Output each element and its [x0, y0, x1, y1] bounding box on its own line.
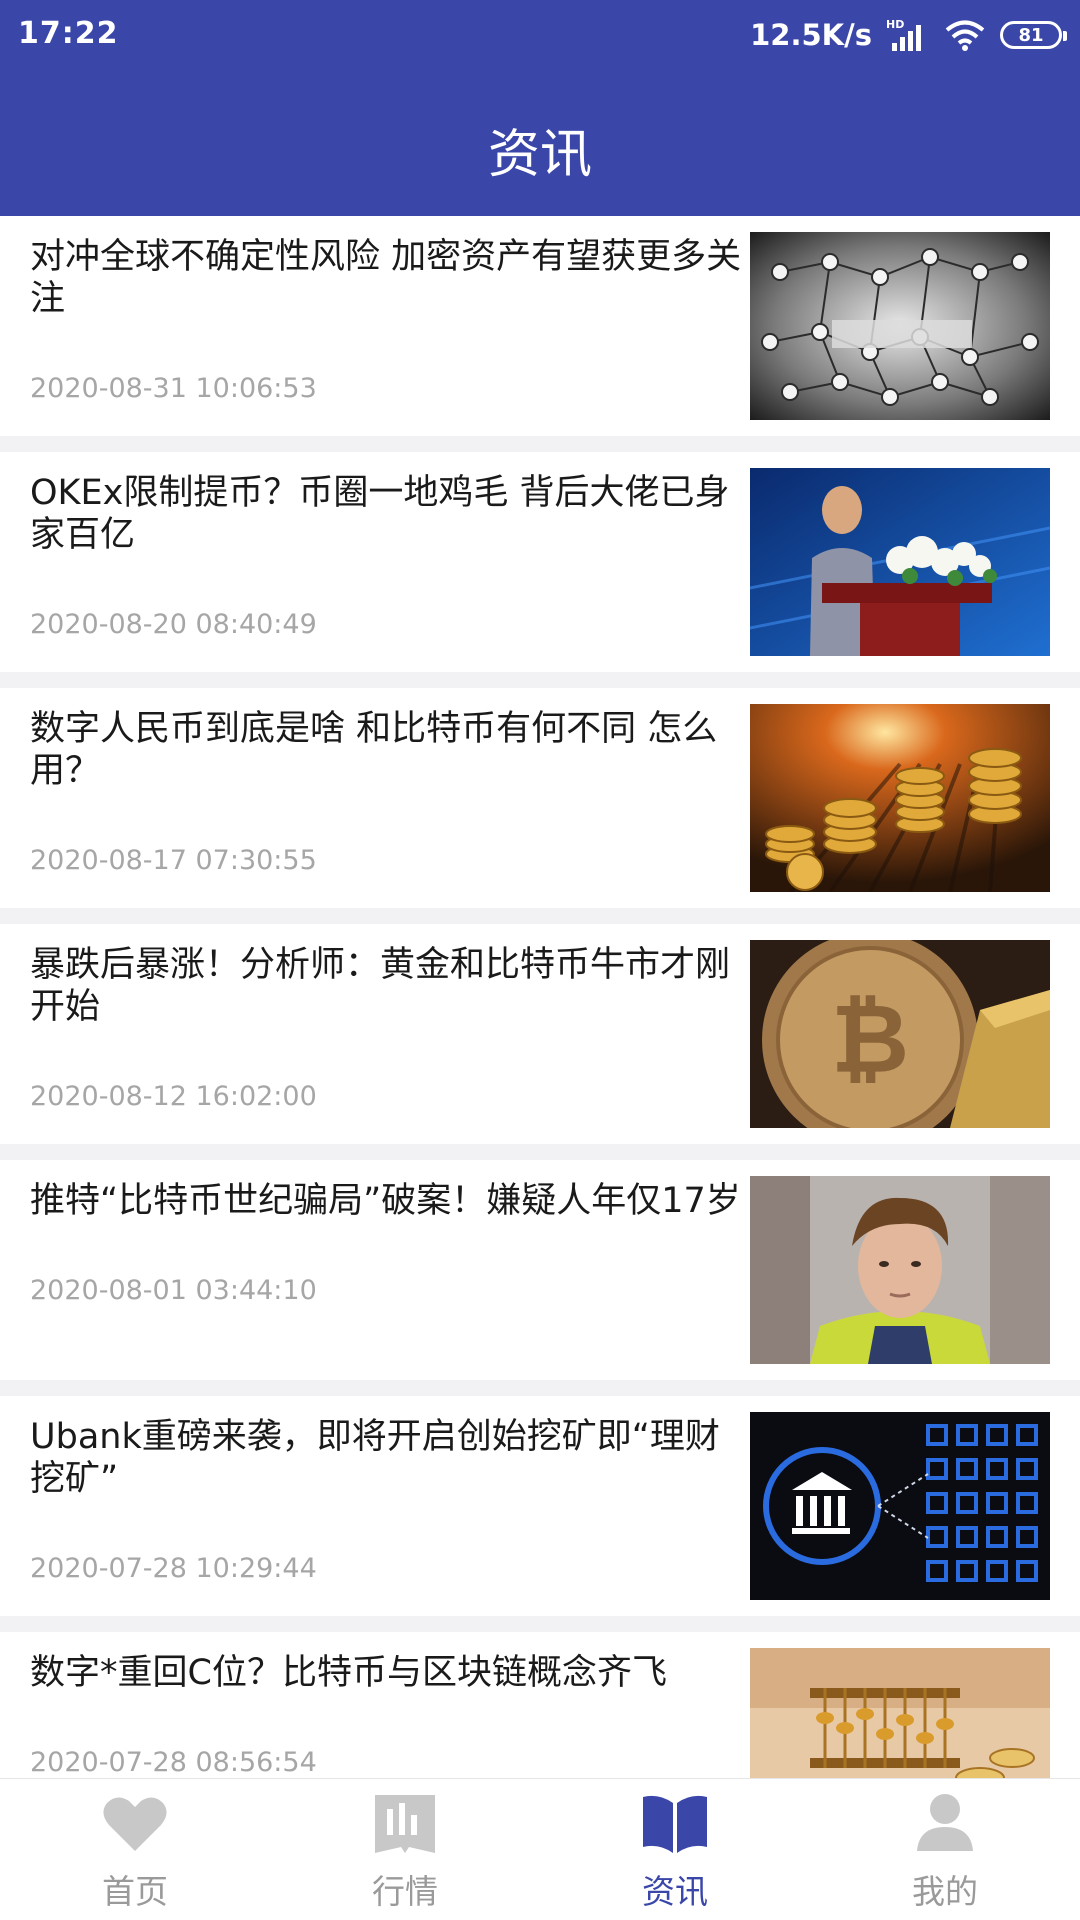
news-item[interactable]: 暴跌后暴涨！分析师：黄金和比特币牛市才刚开始 2020-08-12 16:02:…: [0, 924, 1080, 1144]
page-title: 资讯: [487, 125, 592, 185]
heart-icon: [103, 1797, 167, 1851]
news-date: 2020-08-01 03:44:10: [30, 1275, 317, 1306]
network-speed: 12.5K/s: [750, 18, 872, 52]
tab-market[interactable]: 行情: [270, 1779, 540, 1920]
status-time: 17:22: [18, 16, 119, 51]
news-date: 2020-08-20 08:40:49: [30, 609, 317, 640]
news-title: 推特“比特币世纪骗局”破案！嫌疑人年仅17岁: [30, 1181, 741, 1221]
suspect-portrait-image: [750, 1176, 1050, 1364]
battery-level: 81: [1018, 24, 1044, 46]
news-title: 对冲全球不确定性风险 加密资产有望获更多关注: [30, 237, 742, 319]
news-screen: 17:22 12.5K/s HD 81 资讯 对冲全球不确定性风险 加密资产有望…: [0, 0, 1080, 1920]
user-icon: [917, 1794, 973, 1851]
svg-text:₿: ₿: [831, 983, 909, 1095]
tab-label: 首页: [102, 1872, 168, 1911]
blockchain-network-image: [750, 232, 1050, 420]
news-date: 2020-07-28 10:29:44: [30, 1553, 317, 1584]
app-bar: 17:22 12.5K/s HD 81 资讯: [0, 0, 1080, 216]
tab-news[interactable]: 资讯: [540, 1779, 810, 1920]
news-title: OKEx限制提币？币圈一地鸡毛 背后大佬已身家百亿: [30, 473, 730, 555]
bottom-tab-bar: 首页 行情 资讯 我的: [0, 1778, 1080, 1920]
tab-label: 我的: [912, 1872, 978, 1911]
tab-label: 行情: [372, 1872, 438, 1911]
news-title: 暴跌后暴涨！分析师：黄金和比特币牛市才刚开始: [30, 945, 731, 1027]
status-bar: 17:22 12.5K/s HD 81: [0, 0, 1080, 70]
news-title: 数字*重回C位？比特币与区块链概念齐飞: [30, 1653, 667, 1693]
news-item[interactable]: OKEx限制提币？币圈一地鸡毛 背后大佬已身家百亿 2020-08-20 08:…: [0, 452, 1080, 672]
news-date: 2020-08-12 16:02:00: [30, 1081, 317, 1112]
news-item[interactable]: Ubank重磅来袭，即将开启创始挖矿即“理财挖矿” 2020-07-28 10:…: [0, 1396, 1080, 1616]
news-item[interactable]: 数字人民币到底是啥 和比特币有何不同 怎么用？ 2020-08-17 07:30…: [0, 688, 1080, 908]
news-item[interactable]: 推特“比特币世纪骗局”破案！嫌疑人年仅17岁 2020-08-01 03:44:…: [0, 1160, 1080, 1380]
tab-profile[interactable]: 我的: [810, 1779, 1080, 1920]
news-item[interactable]: 数字*重回C位？比特币与区块链概念齐飞 2020-07-28 08:56:54: [0, 1632, 1080, 1778]
tab-label: 资讯: [642, 1872, 708, 1911]
news-title: 数字人民币到底是啥 和比特币有何不同 怎么用？: [30, 709, 718, 791]
news-title: Ubank重磅来袭，即将开启创始挖矿即“理财挖矿”: [30, 1417, 720, 1499]
bank-blockchain-image: [750, 1412, 1050, 1600]
gold-coin-stacks-image: [750, 704, 1050, 892]
news-date: 2020-08-31 10:06:53: [30, 373, 317, 404]
hd-signal-icon: HD: [886, 18, 921, 51]
bitcoin-gold-bar-image: ₿: [750, 940, 1050, 1128]
chart-book-icon: [375, 1795, 435, 1853]
news-list[interactable]: 对冲全球不确定性风险 加密资产有望获更多关注 2020-08-31 10:06:…: [0, 216, 1080, 1778]
svg-text:HD: HD: [886, 18, 904, 31]
news-date: 2020-08-17 07:30:55: [30, 845, 317, 876]
open-book-icon: [643, 1795, 707, 1853]
tab-home[interactable]: 首页: [0, 1779, 270, 1920]
speaker-podium-image: [750, 468, 1050, 656]
news-item[interactable]: 对冲全球不确定性风险 加密资产有望获更多关注 2020-08-31 10:06:…: [0, 216, 1080, 436]
status-indicators: 12.5K/s HD 81: [750, 14, 1067, 56]
battery-icon: 81: [1000, 21, 1067, 49]
news-date: 2020-07-28 08:56:54: [30, 1747, 317, 1778]
abacus-coins-image: [750, 1648, 1050, 1778]
wifi-icon: [945, 20, 985, 51]
